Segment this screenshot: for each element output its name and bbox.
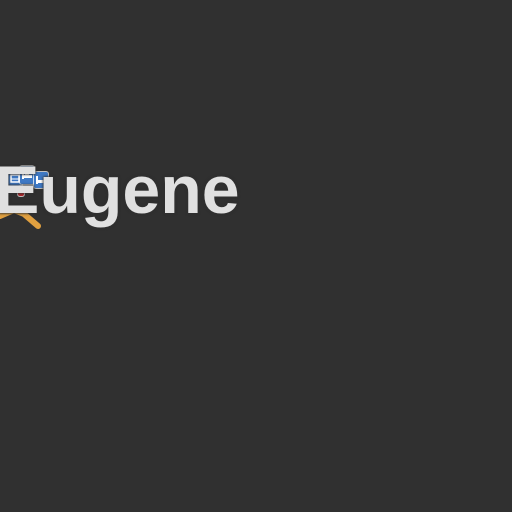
map-tile[interactable]: Eugene (0, 0, 512, 512)
city-label[interactable]: Eugene (0, 156, 240, 224)
